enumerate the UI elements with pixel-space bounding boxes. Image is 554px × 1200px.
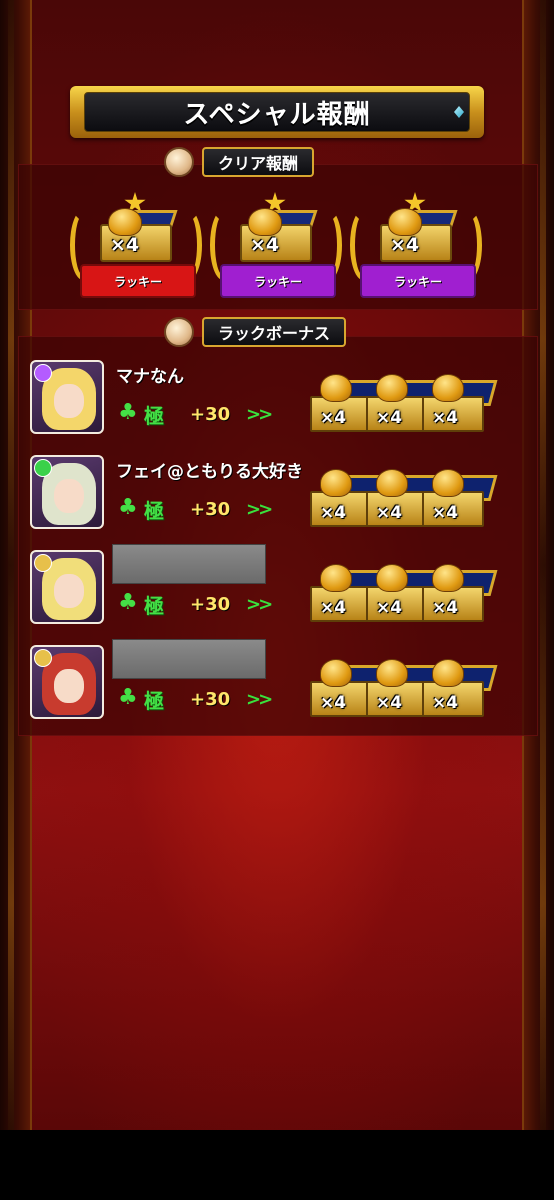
- element-icon: [34, 649, 52, 667]
- luck-rank: 極: [144, 499, 164, 523]
- character-avatar[interactable]: [30, 645, 104, 719]
- treasure-chest-icon: ×4: [236, 208, 318, 264]
- character-avatar[interactable]: [30, 360, 104, 434]
- character-avatar[interactable]: [30, 550, 104, 624]
- chest-count: ×4: [320, 598, 347, 618]
- lucky-ribbon: ラッキー: [80, 264, 196, 298]
- chest-count: ×4: [320, 408, 347, 428]
- clear-reward-item: ×4 ラッキー: [350, 190, 482, 308]
- chest-count: ×4: [432, 598, 459, 618]
- luck-bonus-header: ラックボーナス: [164, 317, 347, 347]
- bottom-bar: [0, 1130, 554, 1200]
- redacted-name: [112, 639, 266, 679]
- clover-icon: ♣: [118, 495, 138, 520]
- luck-rank: 極: [144, 404, 164, 428]
- element-icon: [34, 459, 52, 477]
- chest-count: ×4: [376, 503, 403, 523]
- coin-icon: [164, 317, 194, 347]
- player-row: フェイ@ともりる大好き ♣ 極 +30 >> ×4 ×4 ×4: [30, 455, 520, 531]
- bonus-chests: ×4 ×4 ×4: [310, 469, 510, 531]
- lucky-ribbon: ラッキー: [360, 264, 476, 298]
- clear-reward-item: ×4 ラッキー: [70, 190, 202, 308]
- title-plate: スペシャル報酬: [70, 86, 484, 138]
- player-row: マナなん ♣ 極 +30 >> ×4 ×4 ×4: [30, 360, 520, 436]
- bonus-chests: ×4 ×4 ×4: [310, 374, 510, 436]
- clover-icon: ♣: [118, 685, 138, 710]
- treasure-chest-icon: ×4: [422, 469, 498, 531]
- luck-rank: 極: [144, 689, 164, 713]
- luck-bonus-value: +30: [190, 594, 231, 615]
- reward-count: ×4: [390, 234, 420, 256]
- reward-count: ×4: [110, 234, 140, 256]
- treasure-chest-icon: ×4: [422, 659, 498, 721]
- element-icon: [34, 554, 52, 572]
- element-icon: [34, 364, 52, 382]
- luck-bonus-value: +30: [190, 499, 231, 520]
- clear-reward-header: クリア報酬: [164, 147, 315, 177]
- arrow-icon: >>: [246, 594, 273, 615]
- luck-bonus-label: ラックボーナス: [202, 317, 347, 347]
- treasure-chest-icon: ×4: [422, 374, 498, 436]
- chest-count: ×4: [432, 693, 459, 713]
- bonus-chests: ×4 ×4 ×4: [310, 564, 510, 626]
- page-title: スペシャル報酬: [183, 99, 371, 130]
- player-name: フェイ@ともりる大好き: [116, 462, 303, 482]
- reward-count: ×4: [250, 234, 280, 256]
- clover-icon: ♣: [118, 590, 138, 615]
- bonus-chests: ×4 ×4 ×4: [310, 659, 510, 721]
- coin-icon: [164, 147, 194, 177]
- luck-bonus-value: +30: [190, 404, 231, 425]
- clover-icon: ♣: [118, 400, 138, 425]
- chest-count: ×4: [320, 503, 347, 523]
- chest-count: ×4: [432, 408, 459, 428]
- chest-count: ×4: [376, 598, 403, 618]
- arrow-icon: >>: [246, 689, 273, 710]
- treasure-chest-icon: ×4: [96, 208, 178, 264]
- clear-reward-label: クリア報酬: [202, 147, 315, 177]
- clear-reward-item: ×4 ラッキー: [210, 190, 342, 308]
- arrow-icon: >>: [246, 404, 273, 425]
- player-row: ♣ 極 +30 >> ×4 ×4 ×4: [30, 639, 520, 721]
- arrow-icon: >>: [246, 499, 273, 520]
- player-row: ♣ 極 +30 >> ×4 ×4 ×4: [30, 544, 520, 626]
- treasure-chest-icon: ×4: [422, 564, 498, 626]
- luck-rank: 極: [144, 594, 164, 618]
- chest-count: ×4: [376, 693, 403, 713]
- redacted-name: [112, 544, 266, 584]
- chest-count: ×4: [432, 503, 459, 523]
- character-avatar[interactable]: [30, 455, 104, 529]
- lucky-ribbon: ラッキー: [220, 264, 336, 298]
- chest-count: ×4: [320, 693, 347, 713]
- player-name: マナなん: [116, 367, 184, 387]
- chest-count: ×4: [376, 408, 403, 428]
- treasure-chest-icon: ×4: [376, 208, 458, 264]
- luck-bonus-value: +30: [190, 689, 231, 710]
